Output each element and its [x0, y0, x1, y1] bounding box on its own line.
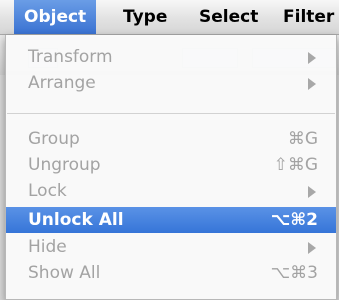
menu-item-group[interactable]: Group ⌘G — [6, 127, 336, 151]
menu-item-label: Hide — [28, 237, 67, 257]
menu-item-label: Show All — [28, 263, 101, 283]
menu-item-ungroup[interactable]: Ungroup ⇧⌘G — [6, 153, 336, 177]
menu-filter[interactable]: Filter — [283, 0, 334, 34]
menu-item-label: Arrange — [28, 73, 96, 93]
menu-item-label: Unlock All — [28, 210, 124, 230]
submenu-arrow-icon — [308, 78, 316, 90]
submenu-arrow-icon — [308, 242, 316, 254]
menu-item-shortcut: ⇧⌘G — [273, 155, 318, 175]
menu-item-show-all[interactable]: Show All ⌥⌘3 — [6, 261, 336, 285]
menu-item-transform[interactable]: Transform — [6, 45, 336, 69]
submenu-arrow-icon — [308, 52, 316, 64]
menu-item-label: Lock — [28, 181, 67, 201]
menu-item-arrange[interactable]: Arrange — [6, 71, 336, 95]
menu-item-shortcut: ⌥⌘3 — [270, 263, 318, 283]
menu-item-label: Ungroup — [28, 155, 101, 175]
submenu-arrow-icon — [308, 186, 316, 198]
menu-item-label: Group — [28, 129, 80, 149]
menu-type[interactable]: Type — [123, 0, 167, 34]
menu-bar: Object Type Select Filter — [0, 0, 339, 35]
menu-item-unlock-all[interactable]: Unlock All ⌥⌘2 — [6, 207, 336, 233]
menu-item-shortcut: ⌘G — [287, 129, 318, 149]
menu-item-shortcut: ⌥⌘2 — [270, 210, 318, 230]
menu-item-hide[interactable]: Hide — [6, 235, 336, 259]
menu-object[interactable]: Object — [14, 0, 97, 34]
menu-item-lock[interactable]: Lock — [6, 179, 336, 203]
menu-separator — [7, 113, 335, 114]
menu-item-label: Transform — [28, 47, 113, 67]
object-dropdown-menu: Transform Arrange Group ⌘G Ungroup ⇧⌘G L… — [5, 35, 337, 300]
menu-select[interactable]: Select — [199, 0, 258, 34]
